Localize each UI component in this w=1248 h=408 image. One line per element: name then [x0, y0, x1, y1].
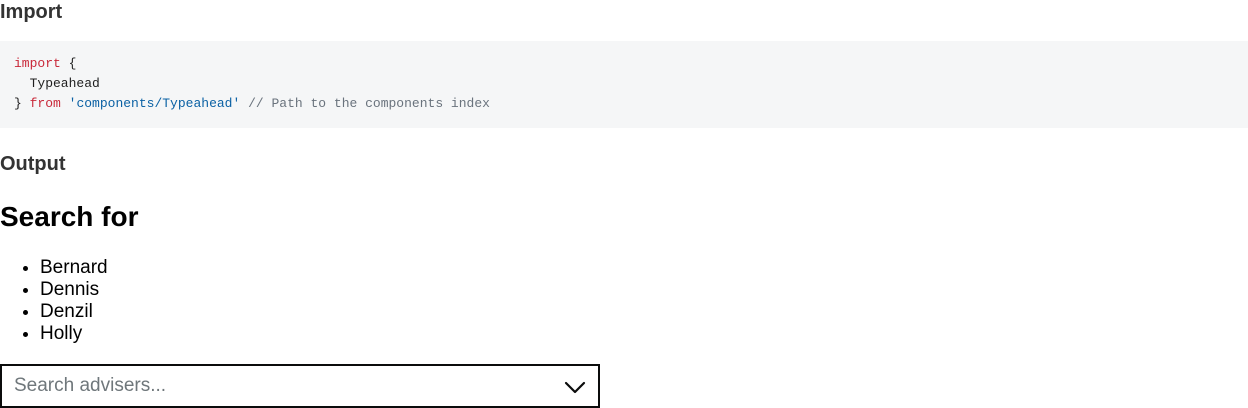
import-code-block: import { Typeahead} from 'components/Typ…: [0, 41, 1248, 128]
selected-names-list: Bernard Dennis Denzil Holly: [0, 257, 108, 345]
list-item: Holly: [40, 323, 108, 345]
code-identifier: Typeahead: [14, 76, 100, 91]
output-heading: Output: [0, 153, 66, 175]
code-keyword-import: import: [14, 56, 61, 71]
code-string: 'components/Typeahead': [68, 96, 241, 111]
code-open-brace: {: [60, 56, 77, 71]
list-item: Denzil: [40, 301, 108, 323]
code-line-3: } from 'components/Typeahead' // Path to…: [14, 94, 1234, 114]
code-line-1: import {: [14, 54, 1234, 74]
code-keyword-from: from: [29, 96, 61, 111]
list-item: Bernard: [40, 257, 108, 279]
typeahead-field[interactable]: [0, 364, 600, 408]
code-line-2: Typeahead: [14, 74, 1234, 94]
search-input[interactable]: [14, 366, 534, 406]
output-title: Search for: [0, 201, 139, 232]
code-comment: // Path to the components index: [240, 96, 490, 111]
chevron-down-icon[interactable]: [564, 376, 586, 398]
code-close-brace: }: [14, 96, 30, 111]
import-heading: Import: [0, 1, 63, 23]
list-item: Dennis: [40, 279, 108, 301]
